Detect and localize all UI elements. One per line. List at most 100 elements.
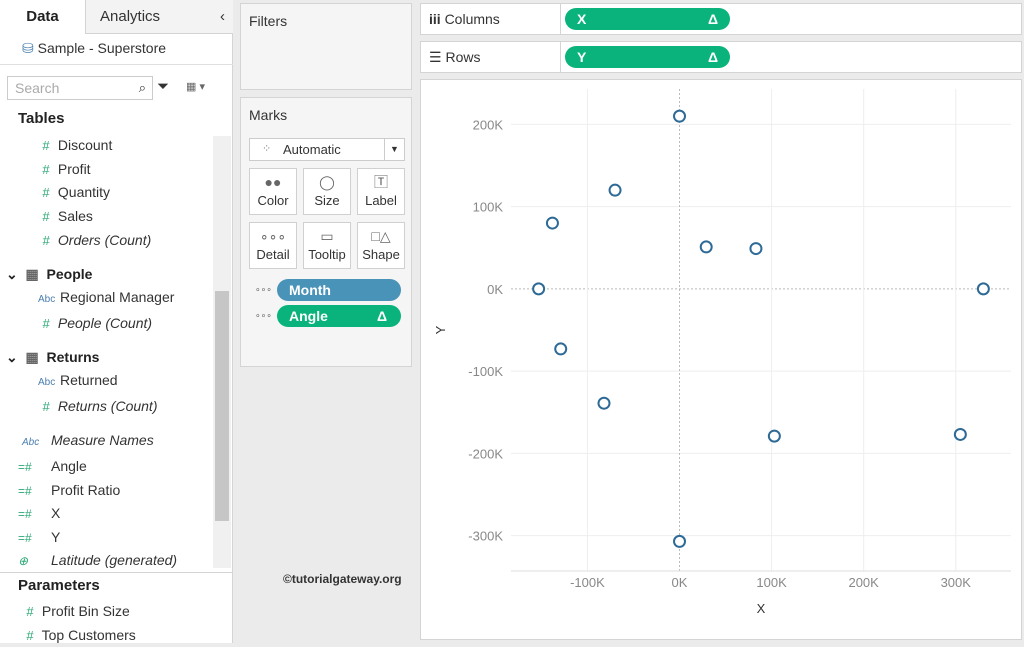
size-button[interactable]: ◯ Size [303, 168, 351, 215]
x-tick-label: 100K [756, 575, 787, 590]
data-point [749, 242, 763, 256]
pill-month[interactable]: Month [277, 279, 401, 301]
field-label: Profit [57, 160, 91, 177]
rows-icon: ☰ [429, 49, 442, 65]
field-measure[interactable]: # Quantity [38, 181, 110, 203]
datasource-label: Sample - Superstore [37, 40, 167, 56]
returns-label: Returns [46, 349, 100, 365]
number-icon: # [42, 232, 50, 248]
field-label: Angle [51, 458, 87, 474]
field-returned[interactable]: Abc Returned [38, 369, 118, 391]
rows-shelf[interactable]: ☰ Rows Y Δ [420, 41, 1022, 73]
color-button[interactable]: ●● Color [249, 168, 297, 215]
field-regional-manager[interactable]: Abc Regional Manager [38, 286, 174, 308]
field-measure[interactable]: # Discount [38, 134, 112, 156]
data-point [597, 396, 611, 410]
globe-icon: ⊕ [18, 554, 29, 568]
field-label: Latitude (generated) [51, 552, 178, 568]
field-label: Y [51, 528, 61, 545]
field-item[interactable]: =# Angle [18, 455, 87, 477]
x-tick-label: 300K [941, 575, 972, 590]
y-axis-title: Y [433, 325, 448, 334]
field-measure[interactable]: # Sales [38, 205, 93, 227]
data-point [976, 282, 990, 296]
number-icon: # [42, 161, 50, 177]
chevron-down-icon: ▼ [384, 139, 404, 160]
field-measure[interactable]: # Orders (Count) [38, 229, 151, 251]
card-label: Detail [256, 247, 290, 262]
delta-icon: Δ [707, 11, 718, 27]
field-label: Orders (Count) [57, 231, 152, 248]
search-icon: ⌕ [138, 80, 146, 95]
datasource[interactable]: ⛁ Sample - Superstore [22, 37, 166, 59]
x-axis-title: X [757, 601, 766, 616]
label-icon: 🅃 [374, 174, 388, 190]
database-icon: ⛁ [22, 40, 34, 56]
size-icon: ◯ [319, 174, 335, 190]
marks-title: Marks [249, 107, 288, 123]
field-people-count[interactable]: # People (Count) [38, 312, 152, 334]
tab-data[interactable]: Data [0, 0, 85, 34]
columns-icon: iii [429, 11, 441, 27]
data-point [532, 282, 546, 296]
search-placeholder: Search [15, 80, 60, 96]
delta-icon: Δ [707, 49, 718, 65]
filter-icon[interactable]: ⏷ [157, 78, 169, 95]
label-button[interactable]: 🅃 Label [357, 168, 405, 215]
tab-analytics[interactable]: Analytics ‹ [85, 0, 233, 34]
data-point [545, 216, 559, 230]
field-measure-names[interactable]: Abc Measure Names [22, 429, 154, 451]
field-item[interactable]: =# Y [18, 526, 60, 548]
color-icon: ●● [264, 174, 282, 190]
y-tick-label: -300K [468, 529, 503, 544]
search-input[interactable]: Search ⌕ [7, 76, 153, 100]
collapse-icon[interactable]: ‹ [220, 0, 225, 34]
data-point [767, 429, 781, 443]
field-item[interactable]: ⊕ Latitude (generated) [18, 549, 177, 571]
pill-y[interactable]: YΔ [565, 46, 730, 68]
field-item[interactable]: =# Profit Ratio [18, 479, 120, 501]
param-profit-bin-size[interactable]: # Profit Bin Size [22, 600, 130, 622]
card-label: Tooltip [308, 247, 346, 262]
tables-heading: Tables [18, 110, 65, 127]
data-point [673, 534, 687, 548]
param-label: Profit Bin Size [41, 603, 130, 619]
y-tick-label: -200K [468, 446, 503, 461]
columns-shelf[interactable]: iii Columns X Δ [420, 3, 1022, 35]
pill-angle[interactable]: Angle Δ [277, 305, 401, 327]
tab-analytics-label: Analytics [100, 8, 161, 25]
rows-label: Rows [445, 49, 481, 65]
field-returns-count[interactable]: # Returns (Count) [38, 395, 157, 417]
mark-type-dropdown[interactable]: ⁘ Automatic ▼ [249, 138, 405, 161]
y-tick-label: 100K [473, 200, 504, 215]
field-label: Sales [57, 208, 93, 225]
scrollbar[interactable] [213, 136, 231, 568]
view-list-icon[interactable]: ▦ ▾ [186, 80, 205, 93]
tooltip-button[interactable]: ▭ Tooltip [303, 222, 351, 269]
table-people[interactable]: ⌄ ▦ People [6, 263, 92, 285]
shape-button[interactable]: □△ Shape [357, 222, 405, 269]
detail-icon: ∘∘∘ [259, 228, 287, 244]
number-icon: # [42, 209, 50, 225]
data-pane: Data Analytics ‹ ⛁ Sample - Superstore Se… [0, 0, 233, 643]
field-item[interactable]: =# X [18, 502, 60, 524]
table-returns[interactable]: ⌄ ▦ Returns [6, 346, 99, 368]
card-label: Color [257, 193, 289, 208]
field-measure[interactable]: # Profit [38, 158, 91, 180]
columns-label: Columns [444, 11, 500, 27]
pill-label: Month [289, 282, 331, 298]
data-point [554, 342, 568, 356]
watermark: ©tutorialgateway.org [283, 572, 402, 586]
y-tick-label: 0K [487, 282, 503, 297]
calc-number-icon: =# [18, 507, 32, 521]
calc-number-icon: =# [18, 483, 32, 498]
pill-x[interactable]: XΔ [565, 8, 730, 30]
mark-type-value: Automatic [283, 142, 341, 157]
calc-number-icon: =# [18, 460, 32, 474]
card-label: Size [314, 193, 340, 208]
field-label: X [51, 505, 61, 521]
filters-shelf[interactable]: Filters [240, 3, 412, 90]
x-tick-label: 0K [672, 575, 688, 590]
calc-number-icon: =# [18, 530, 32, 545]
detail-button[interactable]: ∘∘∘ Detail [249, 222, 297, 269]
